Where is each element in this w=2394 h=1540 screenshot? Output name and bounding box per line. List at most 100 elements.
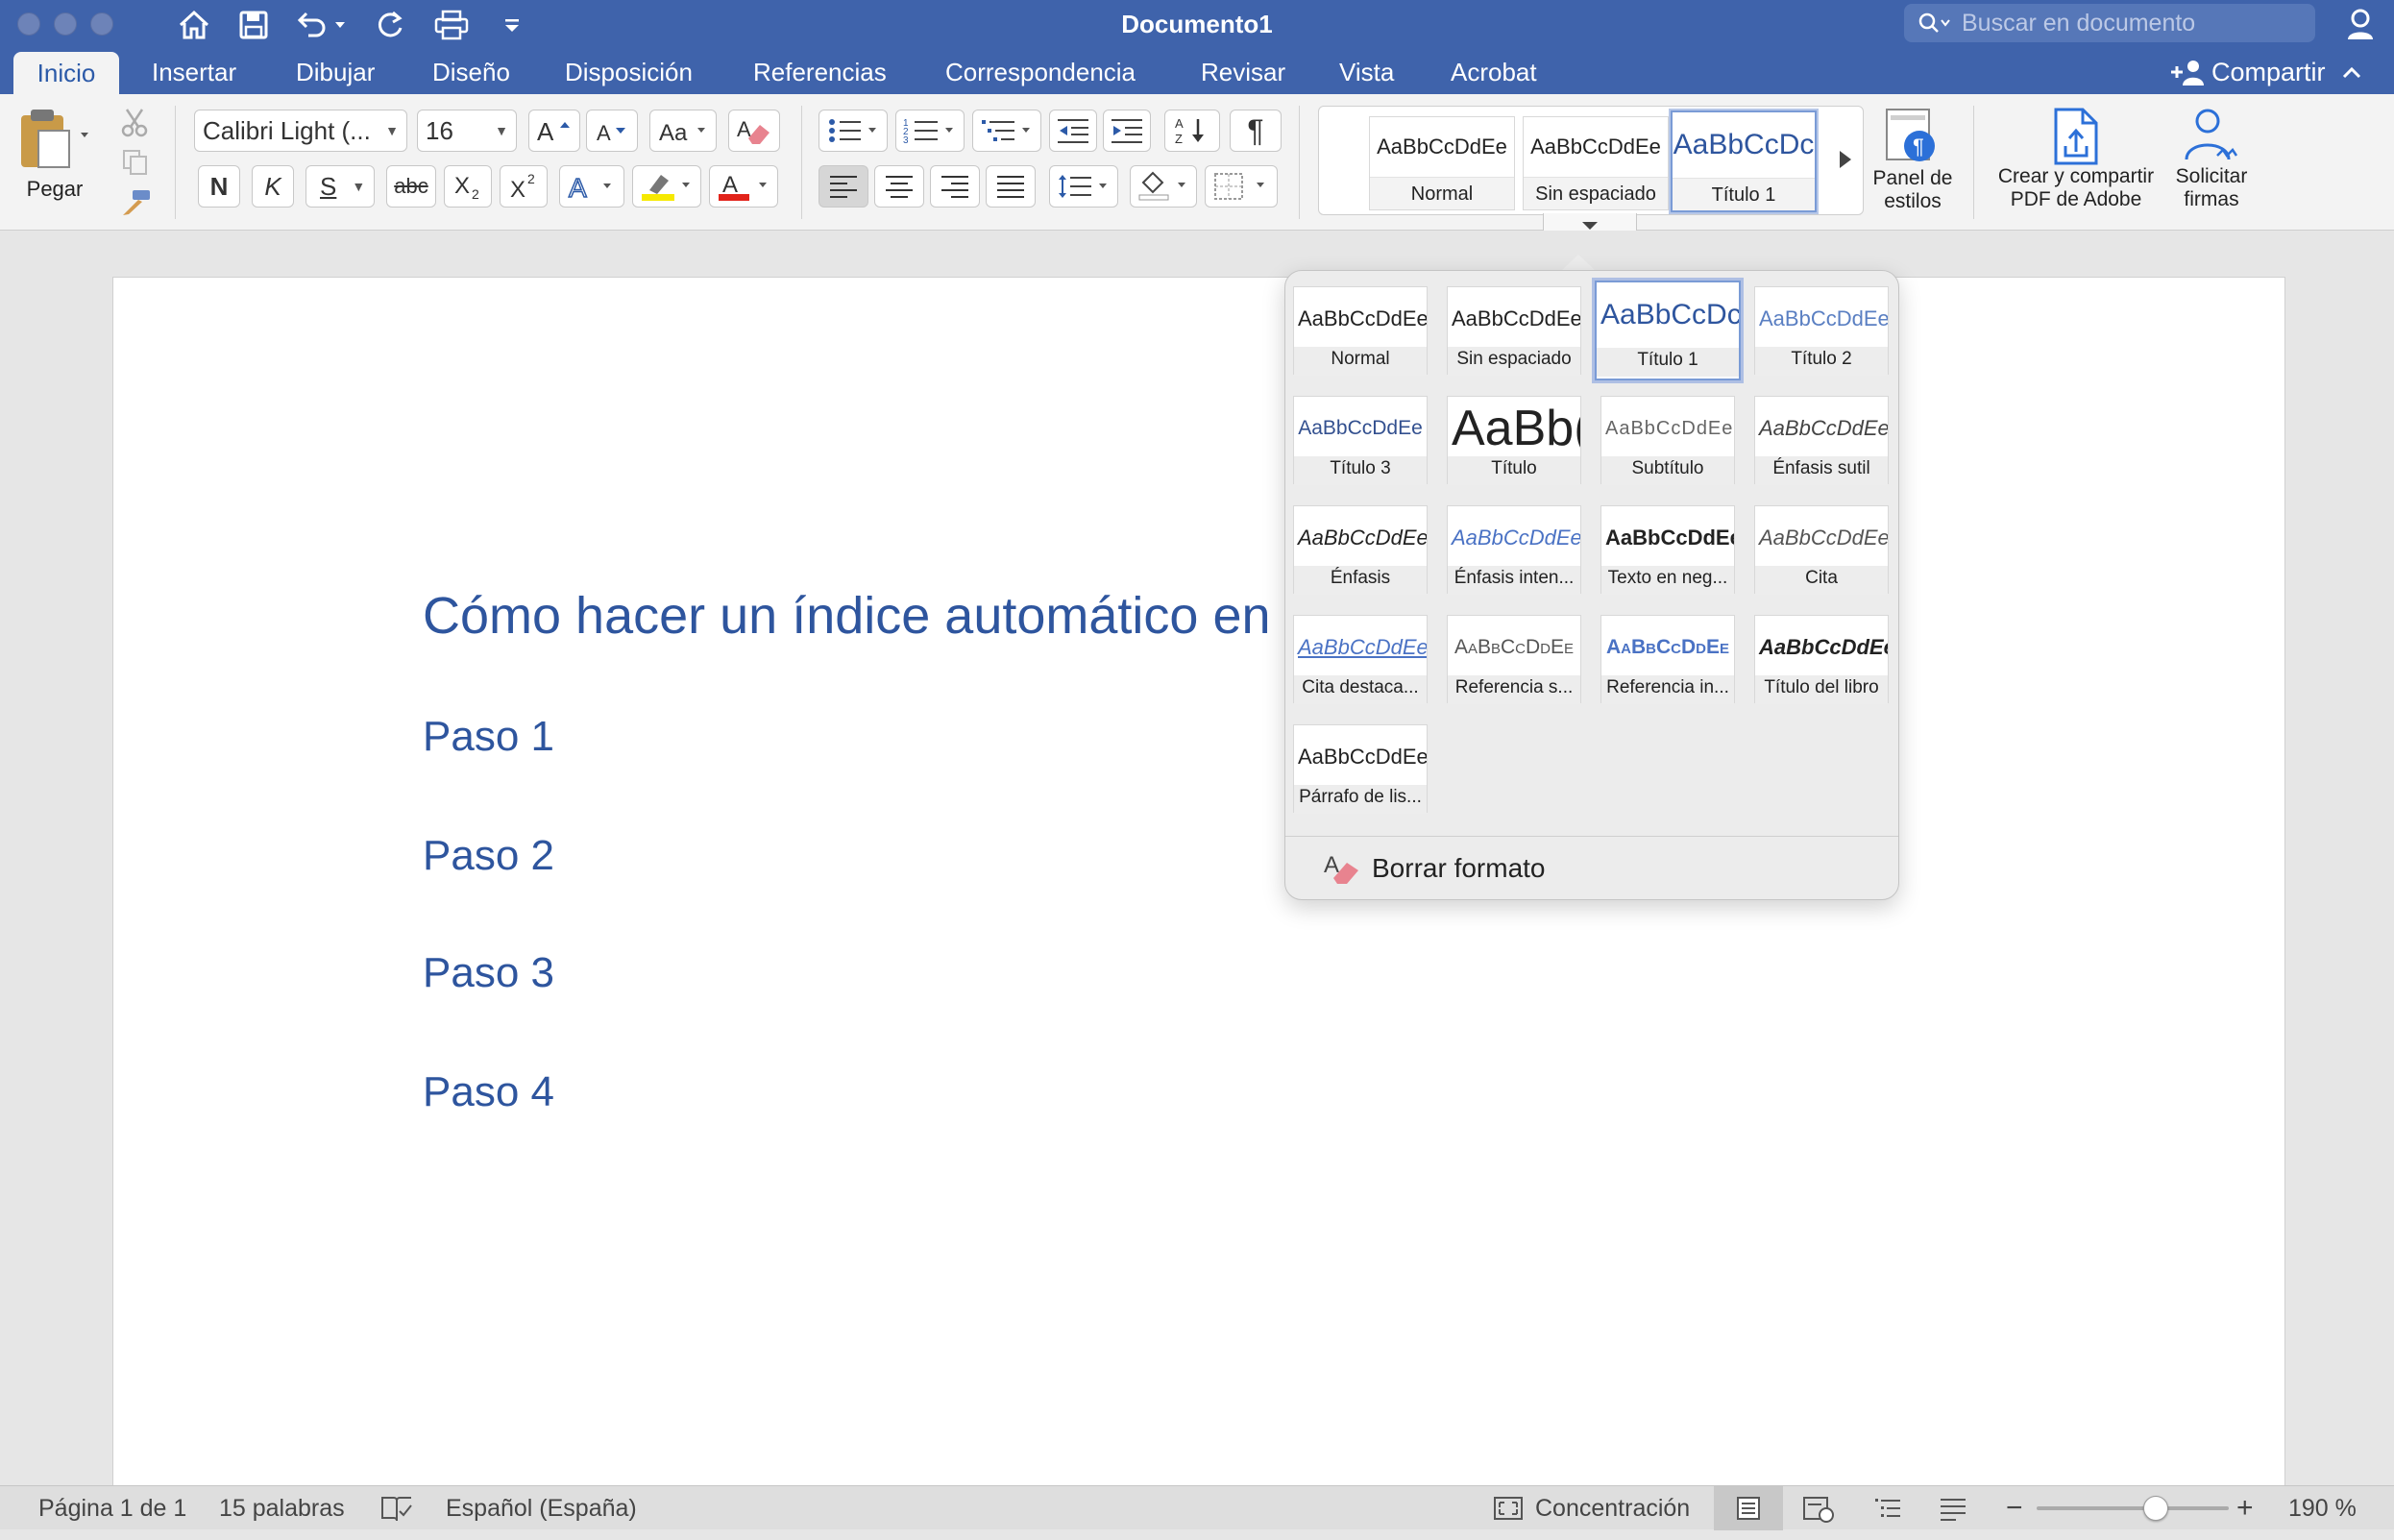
draft-view-icon[interactable] bbox=[1939, 1496, 1967, 1540]
document-step-3[interactable]: Paso 3 bbox=[423, 949, 554, 997]
style-subtitulo[interactable]: AaBbCcDdEe Subtítulo bbox=[1600, 396, 1735, 485]
borders-button[interactable] bbox=[1205, 165, 1278, 208]
shading-button[interactable] bbox=[1130, 165, 1197, 208]
language[interactable]: Español (España) bbox=[446, 1486, 637, 1530]
home-icon[interactable] bbox=[175, 4, 213, 46]
superscript-button[interactable]: X2 bbox=[500, 165, 548, 208]
zoom-window-button[interactable] bbox=[90, 12, 113, 36]
style-titulo-1[interactable]: AaBbCcDc Título 1 bbox=[1595, 281, 1741, 380]
close-window-button[interactable] bbox=[17, 12, 40, 36]
save-icon[interactable] bbox=[236, 4, 271, 46]
style-cita-destacada[interactable]: AaBbCcDdEe Cita destaca... bbox=[1293, 615, 1428, 704]
text-effects-button[interactable]: A bbox=[559, 165, 624, 208]
style-titulo-3[interactable]: AaBbCcDdEe Título 3 bbox=[1293, 396, 1428, 485]
request-signatures-button[interactable]: Solicitar firmas bbox=[2167, 108, 2256, 211]
clear-format-button[interactable]: A Borrar formato bbox=[1322, 847, 1546, 890]
tab-acrobat[interactable]: Acrobat bbox=[1449, 50, 1539, 94]
collapse-ribbon-icon[interactable] bbox=[2341, 64, 2362, 80]
search-field[interactable]: Buscar en documento bbox=[1904, 4, 2315, 42]
show-formatting-button[interactable]: ¶ bbox=[1230, 110, 1282, 152]
zoom-slider-thumb[interactable] bbox=[2143, 1496, 2168, 1521]
tab-revisar[interactable]: Revisar bbox=[1199, 50, 1287, 94]
format-painter-icon[interactable] bbox=[119, 188, 152, 217]
font-name-select[interactable]: Calibri Light (... ▼ bbox=[194, 110, 407, 152]
print-layout-view-button[interactable] bbox=[1714, 1486, 1783, 1530]
italic-button[interactable]: K bbox=[252, 165, 294, 208]
style-referencia-sutil[interactable]: AaBbCcDdEe Referencia s... bbox=[1447, 615, 1581, 704]
sort-button[interactable]: AZ bbox=[1164, 110, 1220, 152]
bullets-button[interactable] bbox=[818, 110, 888, 152]
align-center-button[interactable] bbox=[874, 165, 924, 208]
bold-button[interactable]: N bbox=[198, 165, 240, 208]
zoom-slider[interactable] bbox=[2037, 1486, 2229, 1530]
print-icon[interactable] bbox=[430, 4, 473, 46]
tab-dibujar[interactable]: Dibujar bbox=[294, 50, 377, 94]
cut-icon[interactable] bbox=[119, 108, 150, 138]
style-referencia-intensa[interactable]: AaBbCcDdEe Referencia in... bbox=[1600, 615, 1735, 704]
style-enfasis[interactable]: AaBbCcDdEe Énfasis bbox=[1293, 505, 1428, 595]
tab-inicio[interactable]: Inicio bbox=[13, 52, 119, 94]
change-case-button[interactable]: Aa bbox=[649, 110, 717, 152]
style-normal[interactable]: AaBbCcDdEe Normal bbox=[1293, 286, 1428, 376]
focus-mode[interactable]: Concentración bbox=[1535, 1486, 1690, 1530]
share-button[interactable]: Compartir bbox=[2169, 50, 2362, 94]
undo-icon[interactable] bbox=[294, 4, 350, 46]
style-texto-en-negrita[interactable]: AaBbCcDdEe Texto en neg... bbox=[1600, 505, 1735, 595]
styles-pane-button[interactable]: ¶ Panel de estilos bbox=[1868, 108, 1958, 213]
font-size-select[interactable]: 16 ▼ bbox=[417, 110, 517, 152]
tab-insertar[interactable]: Insertar bbox=[150, 50, 238, 94]
style-enfasis-sutil[interactable]: AaBbCcDdEe Énfasis sutil bbox=[1754, 396, 1889, 485]
copy-icon[interactable] bbox=[121, 148, 150, 177]
tab-vista[interactable]: Vista bbox=[1337, 50, 1396, 94]
tab-diseno[interactable]: Diseño bbox=[430, 50, 512, 94]
align-right-button[interactable] bbox=[930, 165, 980, 208]
web-layout-icon[interactable] bbox=[1802, 1496, 1835, 1540]
redo-icon[interactable] bbox=[371, 4, 409, 46]
proofing-icon[interactable] bbox=[380, 1496, 413, 1540]
style-sin-espaciado[interactable]: AaBbCcDdEe Sin espaciado bbox=[1447, 286, 1581, 376]
word-count[interactable]: 15 palabras bbox=[219, 1486, 345, 1530]
document-page[interactable] bbox=[112, 277, 2285, 1489]
document-step-2[interactable]: Paso 2 bbox=[423, 832, 554, 880]
gallery-style-sin-espaciado[interactable]: AaBbCcDdEe Sin espaciado bbox=[1523, 116, 1669, 210]
document-heading[interactable]: Cómo hacer un índice automático en bbox=[423, 586, 1271, 646]
multilevel-list-button[interactable] bbox=[972, 110, 1041, 152]
page-count[interactable]: Página 1 de 1 bbox=[38, 1486, 186, 1530]
tab-correspondencia[interactable]: Correspondencia bbox=[943, 50, 1137, 94]
customize-toolbar-icon[interactable] bbox=[500, 4, 525, 46]
line-spacing-button[interactable] bbox=[1049, 165, 1118, 208]
style-titulo[interactable]: AaBb( Título bbox=[1447, 396, 1581, 485]
zoom-in-button[interactable]: + bbox=[2236, 1486, 2254, 1530]
gallery-style-titulo-1[interactable]: AaBbCcDc Título 1 bbox=[1671, 110, 1817, 212]
highlight-button[interactable] bbox=[632, 165, 701, 208]
zoom-level[interactable]: 190 % bbox=[2288, 1486, 2357, 1530]
style-cita[interactable]: AaBbCcDdEe Cita bbox=[1754, 505, 1889, 595]
minimize-window-button[interactable] bbox=[54, 12, 77, 36]
decrease-indent-button[interactable] bbox=[1049, 110, 1097, 152]
style-parrafo-de-lista[interactable]: AaBbCcDdEe Párrafo de lis... bbox=[1293, 724, 1428, 814]
create-share-pdf-button[interactable]: Crear y compartir PDF de Adobe bbox=[1987, 108, 2165, 211]
gallery-next-icon[interactable] bbox=[1838, 149, 1853, 170]
align-left-button[interactable] bbox=[818, 165, 868, 208]
document-step-4[interactable]: Paso 4 bbox=[423, 1068, 554, 1116]
focus-icon[interactable] bbox=[1493, 1496, 1524, 1540]
document-step-1[interactable]: Paso 1 bbox=[423, 713, 554, 761]
numbering-button[interactable]: 123 bbox=[895, 110, 965, 152]
outline-view-icon[interactable] bbox=[1873, 1496, 1902, 1540]
subscript-button[interactable]: X2 bbox=[444, 165, 492, 208]
underline-button[interactable]: S ▼ bbox=[305, 165, 375, 208]
zoom-out-button[interactable]: − bbox=[2006, 1486, 2023, 1530]
shrink-font-button[interactable]: A bbox=[586, 110, 638, 152]
style-titulo-2[interactable]: AaBbCcDdEe Título 2 bbox=[1754, 286, 1889, 376]
strikethrough-button[interactable]: abc bbox=[386, 165, 436, 208]
tab-disposicion[interactable]: Disposición bbox=[563, 50, 695, 94]
account-icon[interactable] bbox=[2342, 4, 2381, 46]
clear-formatting-button[interactable]: A bbox=[728, 110, 780, 152]
justify-button[interactable] bbox=[986, 165, 1036, 208]
increase-indent-button[interactable] bbox=[1103, 110, 1151, 152]
paste-button[interactable]: Pegar bbox=[13, 106, 96, 211]
font-color-button[interactable]: A bbox=[709, 165, 778, 208]
style-enfasis-intenso[interactable]: AaBbCcDdEe Énfasis inten... bbox=[1447, 505, 1581, 595]
style-titulo-del-libro[interactable]: AaBbCcDdEe Título del libro bbox=[1754, 615, 1889, 704]
grow-font-button[interactable]: A bbox=[528, 110, 580, 152]
